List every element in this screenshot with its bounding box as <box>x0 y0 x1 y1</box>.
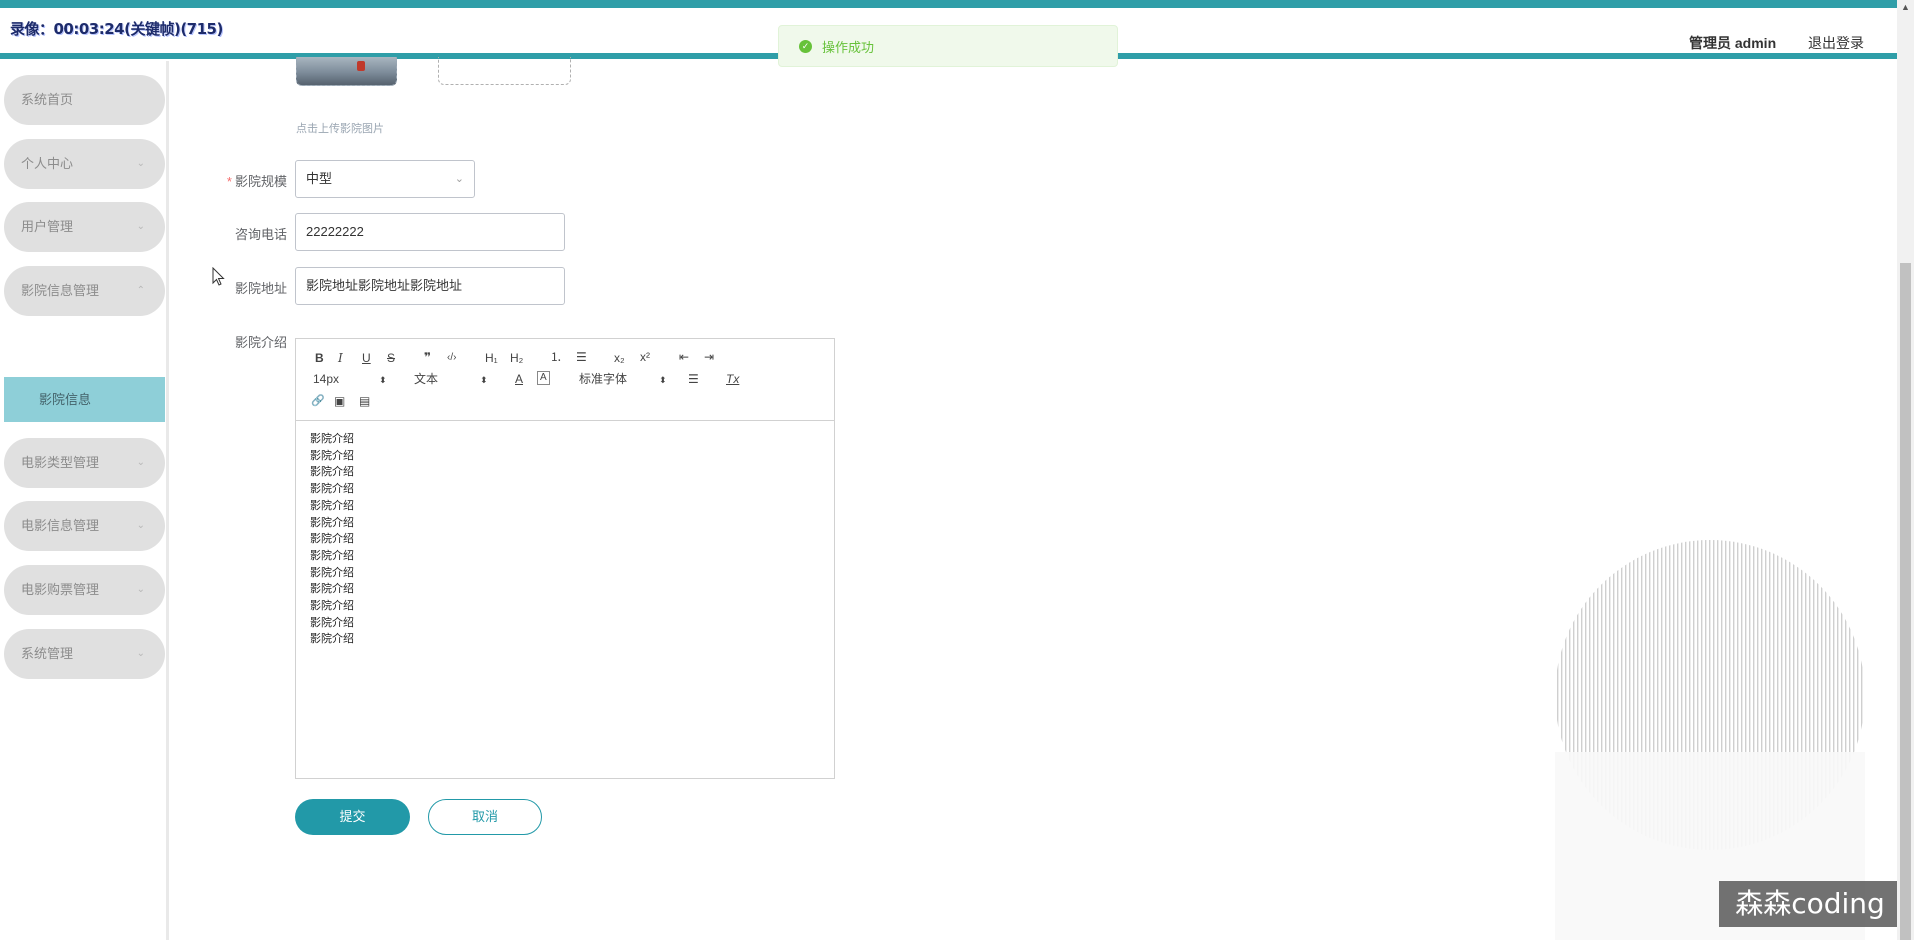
address-input[interactable]: 影院地址影院地址影院地址 <box>295 267 565 305</box>
watermark-logo: 森森coding <box>1719 881 1901 927</box>
scale-select-value: 中型 <box>306 171 333 186</box>
cancel-button[interactable]: 取消 <box>428 799 542 835</box>
italic-icon[interactable]: I <box>338 350 343 366</box>
sort-arrows-icon: ⬍ <box>659 375 667 385</box>
success-toast: ✓ 操作成功 <box>778 25 1118 67</box>
sidebar-item-home[interactable]: 系统首页 <box>4 75 165 125</box>
phone-input[interactable]: 22222222 <box>295 213 565 251</box>
background-color-icon[interactable]: A <box>537 371 550 385</box>
link-icon[interactable]: 🔗 <box>311 393 325 409</box>
editor-content-line: 影院介绍 <box>310 633 354 646</box>
superscript-icon[interactable]: x² <box>640 349 650 365</box>
logout-link[interactable]: 退出登录 <box>1808 33 1864 53</box>
chevron-down-icon: ⌄ <box>136 520 145 531</box>
submit-button[interactable]: 提交 <box>295 799 410 835</box>
sidebar-item-label: 电影类型管理 <box>21 455 100 470</box>
check-circle-icon: ✓ <box>799 39 812 53</box>
recorder-overlay-text: 录像：00:03:24(关键帧)(715) <box>10 20 223 38</box>
sidebar-item-movie-type-management[interactable]: 电影类型管理 ⌄ <box>4 438 165 488</box>
clean-format-icon[interactable]: Tx <box>726 371 739 387</box>
font-size-value: 14px <box>313 372 340 386</box>
editor-content-line: 影院介绍 <box>310 600 354 613</box>
scroll-up-arrow-icon[interactable]: ▲ <box>1901 2 1910 12</box>
sidebar-menu: 系统首页 个人中心 ⌄ 用户管理 ⌄ 影院信息管理 ⌃ 影院信息 电影类型管理 … <box>0 61 169 940</box>
code-block-icon[interactable]: ‹/› <box>447 350 456 366</box>
editor-content-line: 影院介绍 <box>310 549 354 562</box>
align-icon[interactable]: ☰ <box>688 371 699 387</box>
sidebar-item-label: 系统首页 <box>21 92 74 107</box>
image-content <box>357 61 365 71</box>
sidebar-item-label: 用户管理 <box>21 219 74 234</box>
address-input-value: 影院地址影院地址影院地址 <box>306 278 463 293</box>
sidebar-item-label: 个人中心 <box>21 156 74 171</box>
phone-label: 咨询电话 <box>234 227 287 242</box>
sidebar-item-movie-info-management[interactable]: 电影信息管理 ⌄ <box>4 501 165 551</box>
sidebar-subitem-label: 影院信息 <box>39 392 92 407</box>
chevron-down-icon: ⌄ <box>136 584 145 595</box>
text-color-icon[interactable]: A <box>515 371 523 387</box>
header-1-icon[interactable]: H₁ <box>485 350 498 366</box>
font-family-select[interactable]: 标准字体 ⬍ <box>579 371 669 387</box>
subscript-icon[interactable]: x₂ <box>614 350 625 366</box>
editor-content-line: 影院介绍 <box>310 566 354 579</box>
editor-content-line: 影院介绍 <box>310 616 354 629</box>
bold-icon[interactable]: B <box>315 350 324 366</box>
editor-content-line: 影院介绍 <box>310 466 354 479</box>
rich-text-editor: B I U S ❞ ‹/› H₁ H₂ ⒈ ☰ x₂ x² ⇤ ⇥ 14px ⬍… <box>295 338 835 779</box>
sidebar-item-label: 系统管理 <box>21 646 74 661</box>
sidebar-item-ticket-management[interactable]: 电影购票管理 ⌄ <box>4 565 165 615</box>
outdent-icon[interactable]: ⇤ <box>679 349 689 365</box>
admin-user-label: 管理员 admin <box>1689 35 1777 51</box>
editor-content-line: 影院介绍 <box>310 483 354 496</box>
editor-content-line: 影院介绍 <box>310 583 354 596</box>
sidebar-item-system-management[interactable]: 系统管理 ⌄ <box>4 629 165 679</box>
scale-select[interactable]: 中型 ⌄ <box>295 160 475 198</box>
scale-label: * 影院规模 <box>226 174 287 189</box>
chevron-down-icon: ⌄ <box>454 173 464 185</box>
font-family-value: 标准字体 <box>579 372 628 386</box>
uploaded-cinema-image[interactable] <box>296 57 397 86</box>
font-size-select[interactable]: 14px ⬍ <box>313 371 387 387</box>
image-upload-box[interactable] <box>438 57 571 85</box>
sidebar-subitem-cinema-info[interactable]: 影院信息 <box>4 377 165 422</box>
underline-icon[interactable]: U <box>362 350 371 366</box>
indent-icon[interactable]: ⇥ <box>704 349 714 365</box>
chevron-down-icon: ⌄ <box>136 457 145 468</box>
editor-content-line: 影院介绍 <box>310 449 354 462</box>
editor-content-area[interactable]: 影院介绍 影院介绍 影院介绍 影院介绍 影院介绍 影院介绍 影院介绍 影院介绍 影院介绍 影院介绍… <box>310 431 354 648</box>
sidebar-item-label: 电影购票管理 <box>21 582 100 597</box>
image-icon[interactable]: ▣ <box>334 393 345 409</box>
mouse-cursor-icon <box>212 267 225 286</box>
phone-input-value: 22222222 <box>306 224 364 239</box>
editor-content-line: 影院介绍 <box>310 533 354 546</box>
sidebar-item-label: 电影信息管理 <box>21 518 100 533</box>
chevron-down-icon: ⌄ <box>136 648 145 659</box>
scrollbar-thumb[interactable] <box>1900 263 1911 940</box>
strikethrough-icon[interactable]: S <box>387 350 395 366</box>
upload-hint: 点击上传影院图片 <box>296 123 384 135</box>
required-asterisk: * <box>226 174 232 189</box>
sort-arrows-icon: ⬍ <box>480 375 488 385</box>
editor-content-line: 影院介绍 <box>310 433 354 445</box>
video-icon[interactable]: ▤ <box>359 393 370 409</box>
ordered-list-icon[interactable]: ⒈ <box>550 349 562 365</box>
sidebar-item-label: 影院信息管理 <box>21 283 100 298</box>
toast-message: 操作成功 <box>822 39 875 55</box>
editor-toolbar: B I U S ❞ ‹/› H₁ H₂ ⒈ ☰ x₂ x² ⇤ ⇥ 14px ⬍… <box>296 339 834 421</box>
decorative-striped-circle <box>1555 540 1865 940</box>
vertical-scrollbar[interactable]: ▲ <box>1897 0 1914 940</box>
header-format-value: 文本 <box>414 372 439 386</box>
quote-icon[interactable]: ❞ <box>424 349 431 365</box>
sort-arrows-icon: ⬍ <box>379 375 387 385</box>
header-format-select[interactable]: 文本 ⬍ <box>414 371 488 387</box>
editor-content-line: 影院介绍 <box>310 499 354 512</box>
bullet-list-icon[interactable]: ☰ <box>576 349 587 365</box>
header-2-icon[interactable]: H₂ <box>510 350 523 366</box>
editor-content-line: 影院介绍 <box>310 516 354 529</box>
intro-label: 影院介绍 <box>234 335 287 350</box>
